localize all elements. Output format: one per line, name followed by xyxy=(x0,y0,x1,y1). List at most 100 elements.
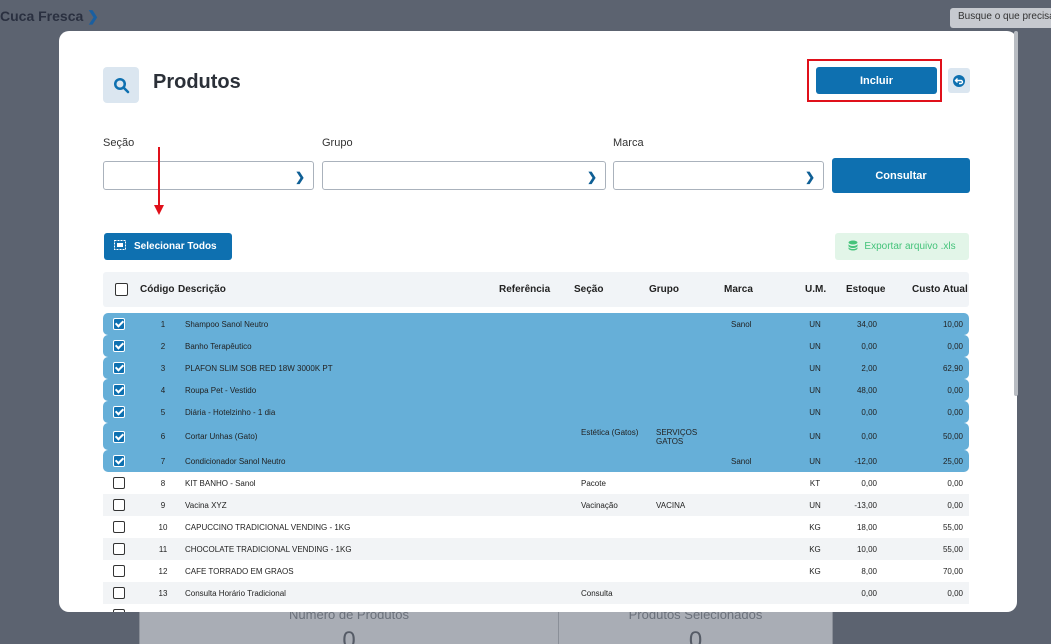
cell-descricao: Banho Terapêutico xyxy=(185,341,252,351)
table-row[interactable]: 4 Roupa Pet - Vestido UN 48,00 0,00 xyxy=(103,379,969,401)
cell-descricao: Diária - Hotelzinho - 1 dia xyxy=(185,407,276,417)
cell-estoque: 10,00 xyxy=(856,544,877,554)
database-icon xyxy=(848,240,858,254)
chevron-right-icon: ❯ xyxy=(804,170,815,184)
row-checkbox[interactable] xyxy=(113,406,125,418)
cell-estoque: 0,00 xyxy=(833,611,877,613)
cell-custo: 50,00 xyxy=(942,432,963,441)
cell-custo: 0,00 xyxy=(947,500,963,510)
table-row[interactable]: 14 Consulta Emergência Consulta 0,00 0,00 xyxy=(103,604,969,612)
row-checkbox[interactable] xyxy=(113,609,125,612)
row-checkbox[interactable] xyxy=(113,521,125,533)
cell-codigo: 12 xyxy=(158,566,168,576)
global-search-input[interactable]: Busque o que precisa xyxy=(950,8,1051,28)
cell-estoque: 0,00 xyxy=(861,588,877,598)
row-checkbox[interactable] xyxy=(113,499,125,511)
chevron-right-icon: ❯ xyxy=(87,8,99,24)
cell-custo: 10,00 xyxy=(942,319,963,329)
row-checkbox[interactable] xyxy=(113,477,125,489)
cell-codigo: 9 xyxy=(160,500,166,510)
page-title: Produtos xyxy=(153,71,241,93)
cell-custo: 55,00 xyxy=(942,544,963,554)
col-referencia[interactable]: Referência xyxy=(499,284,550,295)
cell-custo: 55,00 xyxy=(942,522,963,532)
row-checkbox[interactable] xyxy=(113,318,125,330)
cell-um: KG xyxy=(809,566,821,576)
cell-descricao: Vacina XYZ xyxy=(185,500,227,510)
cell-secao: Consulta xyxy=(581,611,651,613)
cell-estoque: 18,00 xyxy=(856,522,877,532)
col-estoque[interactable]: Estoque xyxy=(846,284,885,295)
row-checkbox[interactable] xyxy=(113,384,125,396)
scrollbar[interactable] xyxy=(1014,31,1018,396)
table-row[interactable]: 12 CAFE TORRADO EM GRAOS KG 8,00 70,00 xyxy=(103,560,969,582)
cell-um: KT xyxy=(809,478,821,488)
row-checkbox[interactable] xyxy=(113,587,125,599)
table-row[interactable]: 9 Vacina XYZ Vacinação VACINA UN -13,00 0,00 xyxy=(103,494,969,516)
table-row[interactable]: 8 KIT BANHO - Sanol Pacote KT 0,00 0,00 xyxy=(103,472,969,494)
marca-select[interactable]: ❯ xyxy=(613,161,824,190)
row-checkbox[interactable] xyxy=(113,543,125,555)
row-checkbox[interactable] xyxy=(113,430,125,443)
row-checkbox[interactable] xyxy=(113,455,125,467)
cell-grupo: SERVIÇOS GATOS xyxy=(656,427,698,446)
card-value: 0 xyxy=(688,627,703,644)
cell-estoque: -12,00 xyxy=(854,456,877,466)
consultar-button[interactable]: Consultar xyxy=(832,158,970,193)
table-row[interactable]: 5 Diária - Hotelzinho - 1 dia UN 0,00 0,00 xyxy=(103,401,969,423)
cell-estoque: 34,00 xyxy=(856,319,877,329)
col-marca[interactable]: Marca xyxy=(724,284,753,295)
grupo-select[interactable]: ❯ xyxy=(322,161,606,190)
select-all-checkbox[interactable] xyxy=(115,283,128,296)
cell-codigo: 3 xyxy=(160,363,166,373)
cell-secao: Pacote xyxy=(581,478,606,488)
back-arrow-icon[interactable] xyxy=(948,68,970,93)
secao-select[interactable]: ❯ xyxy=(103,161,314,190)
cell-um: UN xyxy=(809,432,821,441)
col-codigo[interactable]: Código xyxy=(140,284,174,295)
cell-descricao: Shampoo Sanol Neutro xyxy=(185,319,269,329)
cell-descricao: KIT BANHO - Sanol xyxy=(185,478,256,488)
table-header: Código Descrição Referência Seção Grupo … xyxy=(103,272,969,307)
row-checkbox[interactable] xyxy=(113,362,125,374)
cell-estoque: 0,00 xyxy=(861,432,877,441)
chevron-right-icon: ❯ xyxy=(586,170,597,184)
cell-um: UN xyxy=(809,341,821,351)
cell-codigo: 1 xyxy=(160,319,166,329)
table-row[interactable]: 1 Shampoo Sanol Neutro Sanol UN 34,00 10,00 xyxy=(103,313,969,335)
table-row[interactable]: 2 Banho Terapêutico UN 0,00 0,00 xyxy=(103,335,969,357)
incluir-button[interactable]: Incluir xyxy=(816,67,937,94)
cell-codigo: 8 xyxy=(160,478,166,488)
app-title[interactable]: Cuca Fresca ❯ xyxy=(0,8,99,25)
col-custo[interactable]: Custo Atual xyxy=(912,284,968,295)
cell-custo: 25,00 xyxy=(942,456,963,466)
row-checkbox[interactable] xyxy=(113,565,125,577)
table-row[interactable]: 7 Condicionador Sanol Neutro Sanol UN -12,00… xyxy=(103,450,969,472)
marca-label: Marca xyxy=(613,137,644,149)
cell-secao: Vacinação xyxy=(581,500,618,510)
cell-codigo: 7 xyxy=(160,456,166,466)
cell-custo: 0,00 xyxy=(947,478,963,488)
table-row[interactable]: 3 PLAFON SLIM SOB RED 18W 3000K PT UN 2,00 6… xyxy=(103,357,969,379)
cell-descricao: Condicionador Sanol Neutro xyxy=(185,456,286,466)
table-row[interactable]: 6 Cortar Unhas (Gato) Estética (Gatos) SERV… xyxy=(103,423,969,450)
table-row[interactable]: 13 Consulta Horário Tradicional Consulta 0,… xyxy=(103,582,969,604)
table-row[interactable]: 10 CAPUCCINO TRADICIONAL VENDING - 1KG KG 1… xyxy=(103,516,969,538)
col-descricao[interactable]: Descrição xyxy=(178,284,226,295)
cell-marca: Sanol xyxy=(731,456,752,466)
search-icon xyxy=(103,67,139,103)
cell-estoque: 8,00 xyxy=(861,566,877,576)
cell-descricao: PLAFON SLIM SOB RED 18W 3000K PT xyxy=(185,363,333,373)
secao-label: Seção xyxy=(103,137,135,149)
col-um[interactable]: U.M. xyxy=(805,284,826,295)
select-all-button[interactable]: Selecionar Todos xyxy=(104,233,232,260)
col-secao[interactable]: Seção xyxy=(574,284,603,295)
row-checkbox[interactable] xyxy=(113,340,125,352)
table-row[interactable]: 11 CHOCOLATE TRADICIONAL VENDING - 1KG KG 1… xyxy=(103,538,969,560)
products-modal: Produtos Incluir Seção ❯ Grupo ❯ Marca ❯… xyxy=(59,31,1017,612)
export-xls-button[interactable]: Exportar arquivo .xls xyxy=(835,233,969,260)
col-grupo[interactable]: Grupo xyxy=(649,284,679,295)
cell-custo: 0,00 xyxy=(947,588,963,598)
cell-codigo: 6 xyxy=(160,432,166,441)
cell-custo: 0,00 xyxy=(947,385,963,395)
